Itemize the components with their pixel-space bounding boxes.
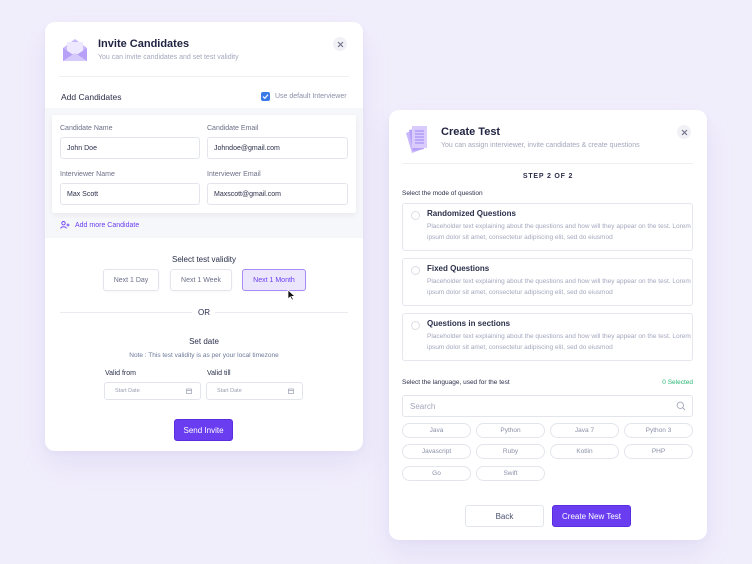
- dialog-subtitle: You can assign interviewer, invite candi…: [441, 142, 640, 149]
- send-invite-button[interactable]: Send Invite: [174, 419, 233, 441]
- valid-from-label: Valid from: [105, 370, 136, 377]
- radio-button[interactable]: [411, 211, 420, 220]
- option-title: Fixed Questions: [427, 264, 490, 273]
- use-default-interviewer-checkbox[interactable]: Use default Interviewer: [261, 92, 347, 101]
- calendar-icon: [186, 388, 192, 394]
- candidate-form: Candidate Name John Doe Candidate Email …: [52, 115, 356, 213]
- search-icon: [676, 401, 686, 411]
- mouse-cursor-icon: [287, 288, 296, 306]
- close-icon: [681, 129, 687, 135]
- language-heading: Select the language, used for the test: [402, 379, 510, 386]
- calendar-icon: [288, 388, 294, 394]
- validity-option-month[interactable]: Next 1 Month: [242, 269, 306, 291]
- validity-heading: Select test validity: [171, 255, 237, 264]
- mode-option-fixed[interactable]: Fixed Questions Placeholder text explain…: [402, 258, 693, 306]
- option-description: Placeholder text explaining about the qu…: [427, 223, 691, 241]
- radio-button[interactable]: [411, 321, 420, 330]
- question-mode-heading: Select the mode of question: [402, 190, 483, 197]
- header-divider: [402, 163, 693, 164]
- language-chip-python[interactable]: Python: [476, 423, 545, 438]
- interviewer-email-input[interactable]: Maxscott@gmail.com: [207, 183, 348, 205]
- option-description: Placeholder text explaining about the qu…: [427, 333, 691, 351]
- language-chip-java[interactable]: Java: [402, 423, 471, 438]
- create-test-dialog: Create Test You can assign interviewer, …: [389, 110, 707, 540]
- valid-till-input[interactable]: Start Date: [206, 382, 303, 400]
- candidate-email-label: Candidate Email: [207, 125, 259, 132]
- add-candidates-heading: Add Candidates: [61, 92, 122, 102]
- validity-option-week[interactable]: Next 1 Week: [170, 269, 232, 291]
- option-title: Randomized Questions: [427, 209, 516, 218]
- selected-count: 0 Selected: [662, 379, 693, 386]
- language-chip-swift[interactable]: Swift: [476, 466, 545, 481]
- set-date-heading: Set date: [189, 337, 219, 346]
- dialog-title: Invite Candidates: [98, 38, 190, 50]
- language-chip-go[interactable]: Go: [402, 466, 471, 481]
- user-plus-icon: [60, 221, 70, 229]
- language-chip-javascript[interactable]: Javascript: [402, 444, 471, 459]
- step-indicator: STEP 2 OF 2: [522, 173, 574, 180]
- checkbox-checked-icon: [261, 92, 270, 101]
- or-divider-right: [215, 312, 348, 313]
- language-chip-php[interactable]: PHP: [624, 444, 693, 459]
- interviewer-name-input[interactable]: Max Scott: [60, 183, 200, 205]
- candidate-name-label: Candidate Name: [60, 125, 113, 132]
- close-icon: [337, 41, 343, 47]
- option-description: Placeholder text explaining about the qu…: [427, 278, 691, 296]
- language-chip-kotlin[interactable]: Kotlin: [550, 444, 619, 459]
- timezone-note: Note : This test validity is as per your…: [129, 352, 279, 359]
- language-chip-ruby[interactable]: Ruby: [476, 444, 545, 459]
- valid-from-placeholder: Start Date: [115, 388, 140, 394]
- search-placeholder: Search: [410, 401, 436, 411]
- header-divider: [59, 76, 349, 77]
- valid-from-input[interactable]: Start Date: [104, 382, 201, 400]
- mode-option-sections[interactable]: Questions in sections Placeholder text e…: [402, 313, 693, 361]
- candidate-email-input[interactable]: Johndoe@gmail.com: [207, 137, 348, 159]
- envelope-open-icon: [61, 37, 89, 68]
- interviewer-name-label: Interviewer Name: [60, 171, 115, 178]
- close-button[interactable]: [677, 125, 691, 139]
- candidate-name-input[interactable]: John Doe: [60, 137, 200, 159]
- valid-till-label: Valid till: [207, 370, 231, 377]
- radio-button[interactable]: [411, 266, 420, 275]
- language-search-input[interactable]: Search: [402, 395, 693, 417]
- back-button[interactable]: Back: [465, 505, 544, 527]
- invite-candidates-dialog: Invite Candidates You can invite candida…: [45, 22, 363, 451]
- language-chip-java7[interactable]: Java 7: [550, 423, 619, 438]
- create-new-test-button[interactable]: Create New Test: [552, 505, 631, 527]
- validity-option-day[interactable]: Next 1 Day: [103, 269, 159, 291]
- add-more-candidate-label: Add more Candidate: [75, 221, 140, 229]
- option-title: Questions in sections: [427, 319, 511, 328]
- use-default-interviewer-label: Use default Interviewer: [275, 93, 347, 100]
- mode-option-randomized[interactable]: Randomized Questions Placeholder text ex…: [402, 203, 693, 251]
- close-button[interactable]: [333, 37, 347, 51]
- valid-till-placeholder: Start Date: [217, 388, 242, 394]
- interviewer-email-label: Interviewer Email: [207, 171, 261, 178]
- dialog-subtitle: You can invite candidates and set test v…: [98, 54, 239, 61]
- dialog-title: Create Test: [441, 126, 501, 138]
- add-more-candidate-link[interactable]: Add more Candidate: [60, 221, 139, 229]
- language-chip-python3[interactable]: Python 3: [624, 423, 693, 438]
- documents-icon: [403, 124, 433, 159]
